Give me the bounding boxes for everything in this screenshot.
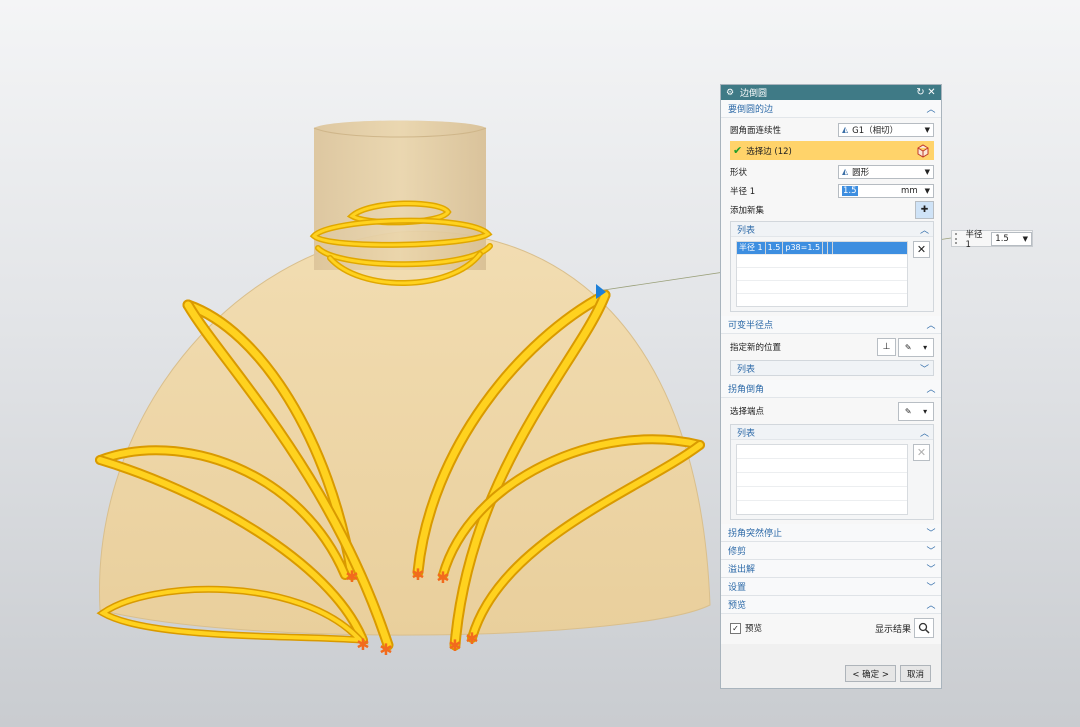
chevron-down-icon: ﹀: [926, 583, 936, 593]
chevron-down-icon: ▾: [923, 406, 928, 416]
section-trim: 修剪 ﹀: [721, 542, 941, 560]
dome-body: [99, 230, 711, 636]
close-icon[interactable]: ✕: [926, 87, 937, 99]
table-row[interactable]: [737, 459, 907, 473]
select-edge-label: 选择边 (12): [746, 146, 792, 157]
floating-radius-input[interactable]: 1.5 ▼: [991, 231, 1032, 246]
section-settings-header[interactable]: 设置 ﹀: [721, 578, 941, 596]
section-preview-header[interactable]: 预览 ︿: [721, 596, 941, 614]
table-row[interactable]: 半径 1 1.5 p38=1.5: [737, 242, 907, 255]
vertex-marker: ✱: [465, 629, 478, 648]
chevron-up-icon: ︿: [926, 385, 936, 395]
blend-icon: ◭: [842, 125, 849, 134]
edges-table: 半径 1 1.5 p38=1.5: [736, 241, 908, 307]
ok-button[interactable]: < 确定 >: [845, 665, 896, 682]
variable-radius-list: 列表 ﹀: [730, 360, 934, 376]
section-corner-setback: 拐角倒角 ︿ 选择端点 ✎ ▾ 列表 ︿ ✕: [721, 380, 941, 524]
vertex-marker: ✱: [436, 568, 449, 587]
table-row[interactable]: [737, 487, 907, 501]
cancel-button[interactable]: 取消: [899, 665, 931, 682]
section-edges-header[interactable]: 要倒圆的边 ︿: [721, 100, 941, 118]
section-variable-radius-header[interactable]: 可变半径点 ︿: [721, 316, 941, 334]
gear-icon[interactable]: ⚙: [725, 88, 735, 98]
section-preview: 预览 ︿ ✓ 预览 显示结果: [721, 596, 941, 644]
chevron-down-icon: ﹀: [926, 529, 936, 539]
section-trim-header[interactable]: 修剪 ﹀: [721, 542, 941, 560]
checkmark-icon: ✔: [733, 144, 743, 157]
cube-icon[interactable]: [915, 143, 931, 159]
point-inference-dropdown[interactable]: ✎ ▾: [898, 337, 934, 357]
add-set-label: 添加新集: [730, 205, 765, 216]
section-edges: 要倒圆的边 ︿ 圆角面连续性 ◭ G1（相切） ▼ ✔ 选择边 (12) 形状: [721, 100, 941, 316]
chevron-down-icon: ▼: [924, 186, 930, 195]
chevron-up-icon: ︿: [919, 225, 929, 236]
chevron-up-icon: ︿: [919, 428, 929, 439]
section-settings: 设置 ﹀: [721, 578, 941, 596]
section-overflow-header[interactable]: 溢出解 ﹀: [721, 560, 941, 578]
vertex-marker: ✱: [411, 565, 424, 584]
section-corner-setback-header[interactable]: 拐角倒角 ︿: [721, 380, 941, 398]
shape-label: 形状: [730, 167, 748, 178]
add-set-icon[interactable]: ✚: [915, 200, 934, 219]
delete-icon[interactable]: ✕: [913, 241, 930, 258]
edge-blend-dialog: ⚙ 边倒圆 ↻ ✕ 要倒圆的边 ︿ 圆角面连续性 ◭ G1（相切） ▼ ✔ 选择…: [720, 84, 942, 689]
position-label: 指定新的位置: [730, 343, 782, 353]
point-dialog-icon[interactable]: ⊥: [877, 338, 896, 356]
preview-label: 预览: [745, 624, 763, 634]
section-variable-radius: 可变半径点 ︿ 指定新的位置 ⊥ ✎ ▾ 列表 ﹀: [721, 316, 941, 380]
variable-radius-list-header[interactable]: 列表 ﹀: [731, 361, 933, 375]
delete-icon[interactable]: ✕: [913, 444, 930, 461]
show-result-label: 显示结果: [874, 624, 911, 635]
corner-setback-table: [736, 444, 908, 515]
chevron-up-icon: ︿: [926, 105, 936, 115]
continuity-label: 圆角面连续性: [730, 125, 782, 136]
search-icon[interactable]: [914, 618, 934, 638]
chevron-down-icon: ▼: [924, 125, 930, 134]
vertex-marker: ✱: [379, 640, 392, 659]
chevron-down-icon: ﹀: [919, 364, 929, 375]
reset-icon[interactable]: ↻: [915, 87, 926, 99]
vertex-marker: ✱: [345, 567, 358, 586]
continuity-select[interactable]: ◭ G1（相切） ▼: [838, 122, 934, 137]
chevron-up-icon: ︿: [926, 601, 936, 611]
section-corner-abrupt-header[interactable]: 拐角突然停止 ﹀: [721, 524, 941, 542]
vertex-marker: ✱: [356, 635, 369, 654]
shape-select[interactable]: ◭ 圆形 ▼: [838, 164, 934, 179]
dialog-title: 边倒圆: [740, 89, 768, 99]
table-row[interactable]: [737, 268, 907, 281]
section-overflow: 溢出解 ﹀: [721, 560, 941, 578]
blend-icon: ◭: [842, 167, 849, 176]
dialog-footer: < 确定 > 取消: [845, 665, 931, 682]
chevron-down-icon: ▼: [924, 167, 930, 176]
table-row[interactable]: [737, 445, 907, 459]
radius-label: 半径 1: [730, 186, 756, 197]
vertex-marker: ✱: [448, 636, 461, 655]
corner-setback-list-header[interactable]: 列表 ︿: [731, 425, 933, 440]
table-row[interactable]: [737, 255, 907, 268]
chevron-up-icon: ︿: [926, 321, 936, 331]
wand-icon: ✎: [904, 342, 912, 352]
select-edge-row[interactable]: ✔ 选择边 (12): [730, 141, 934, 160]
floating-radius-label: 半径 1: [965, 229, 983, 250]
edges-list-header[interactable]: 列表 ︿: [731, 222, 933, 237]
chevron-down-icon: ▼: [1022, 234, 1028, 243]
grip-icon[interactable]: [955, 233, 962, 244]
select-vertex-label: 选择端点: [730, 407, 765, 417]
dialog-titlebar[interactable]: ⚙ 边倒圆 ↻ ✕: [721, 85, 941, 100]
edges-list: 列表 ︿ 半径 1 1.5 p38=1.5 ✕: [730, 221, 934, 312]
table-row[interactable]: [737, 501, 907, 514]
section-corner-abrupt: 拐角突然停止 ﹀: [721, 524, 941, 542]
chevron-down-icon: ﹀: [926, 547, 936, 557]
vertex-inference-dropdown[interactable]: ✎ ▾: [898, 401, 934, 421]
floating-radius-field[interactable]: 半径 1 1.5 ▼: [951, 229, 1033, 250]
table-row[interactable]: [737, 473, 907, 487]
table-row[interactable]: [737, 281, 907, 294]
table-row[interactable]: [737, 294, 907, 306]
corner-setback-list: 列表 ︿ ✕: [730, 424, 934, 520]
preview-checkbox[interactable]: ✓: [730, 622, 741, 634]
chevron-down-icon: ﹀: [926, 565, 936, 575]
radius-input[interactable]: 1.5 mm ▼: [838, 183, 934, 198]
wand-icon: ✎: [904, 406, 912, 416]
chevron-down-icon: ▾: [923, 342, 928, 352]
